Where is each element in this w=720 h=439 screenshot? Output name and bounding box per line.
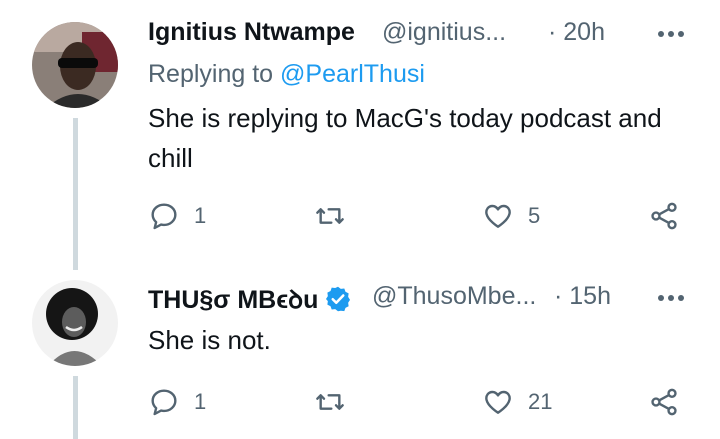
share-icon: [651, 202, 677, 230]
verified-badge-icon: [326, 287, 351, 312]
tweet-1[interactable]: Ignitius Ntwampe @ignitius... · 20h Repl…: [0, 0, 720, 270]
tweet-actions: 1 21: [148, 382, 696, 422]
like-button[interactable]: 5: [482, 196, 540, 236]
tweet-header: Ignitius Ntwampe @ignitius... · 20h: [148, 18, 720, 54]
reply-button[interactable]: 1: [148, 196, 206, 236]
replying-to-mention[interactable]: @PearlThusi: [280, 60, 425, 88]
share-icon: [651, 388, 677, 416]
reply-icon: [151, 389, 177, 416]
avatar[interactable]: [32, 22, 118, 108]
author-name[interactable]: THU§σ MBϵꝺu: [148, 282, 352, 316]
reply-count: 1: [194, 203, 207, 228]
share-button[interactable]: [648, 382, 680, 422]
reply-count: 1: [194, 389, 207, 414]
replying-to: Replying to @PearlThusi: [148, 60, 425, 89]
heart-icon: [485, 204, 511, 228]
like-button[interactable]: 21: [482, 382, 552, 422]
retweet-button[interactable]: [314, 196, 360, 236]
replying-to-label: Replying to: [148, 60, 274, 88]
avatar[interactable]: [32, 280, 118, 366]
retweet-icon: [316, 208, 344, 224]
tweet-time[interactable]: · 15h: [554, 282, 611, 311]
thread-line: [73, 118, 78, 270]
retweet-button[interactable]: [314, 382, 360, 422]
retweet-icon: [316, 394, 344, 410]
thread-line: [73, 376, 78, 439]
like-count: 5: [528, 203, 541, 228]
tweet-2[interactable]: THU§σ MBϵꝺu @ThusoMbe... · 15h She is no…: [0, 270, 720, 439]
like-count: 21: [528, 389, 553, 414]
more-icon[interactable]: [656, 24, 686, 44]
tweet-actions: 1 5: [148, 196, 696, 236]
avatar-photo: [32, 22, 118, 108]
share-button[interactable]: [648, 196, 680, 236]
author-handle[interactable]: @ignitius...: [382, 18, 506, 47]
heart-icon: [485, 390, 511, 414]
author-name[interactable]: Ignitius Ntwampe: [148, 18, 355, 47]
avatar-photo: [32, 280, 118, 366]
reply-icon: [151, 203, 177, 230]
reply-button[interactable]: 1: [148, 382, 206, 422]
tweet-time[interactable]: · 20h: [548, 18, 605, 47]
tweet-text: She is replying to MacG's today podcast …: [148, 103, 662, 173]
author-handle[interactable]: @ThusoMbe...: [372, 282, 536, 311]
more-icon[interactable]: [656, 288, 686, 308]
tweet-text: She is not.: [148, 325, 271, 355]
author-name-text: THU§σ MBϵꝺu: [148, 286, 319, 314]
tweet-header: THU§σ MBϵꝺu @ThusoMbe... · 15h: [148, 282, 720, 318]
